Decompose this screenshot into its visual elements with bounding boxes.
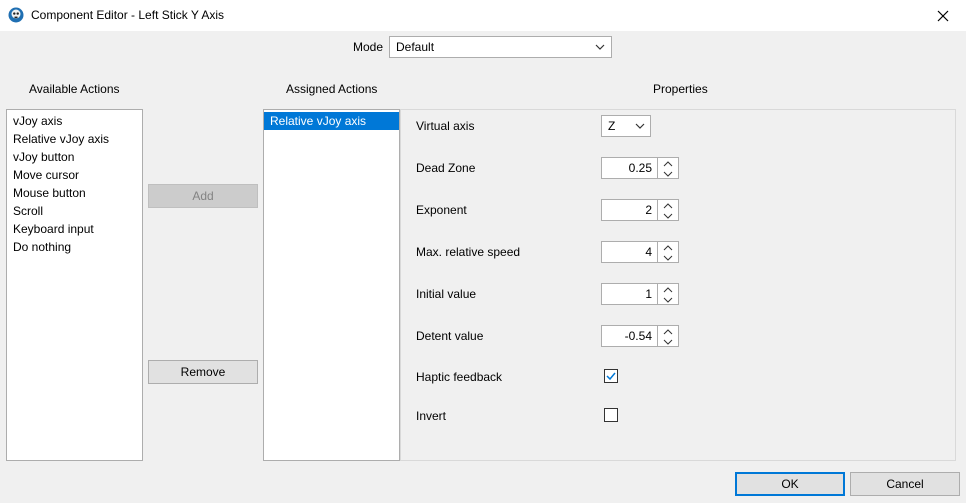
spin-arrows[interactable] xyxy=(658,241,679,263)
assigned-actions-title: Assigned Actions xyxy=(286,82,378,96)
gamepad-skull-icon xyxy=(8,7,24,23)
virtual-axis-label: Virtual axis xyxy=(416,119,475,133)
chevron-up-icon[interactable] xyxy=(663,161,673,167)
ok-button[interactable]: OK xyxy=(735,472,845,496)
window-title: Component Editor - Left Stick Y Axis xyxy=(31,8,224,22)
mode-label: Mode xyxy=(353,40,384,54)
list-item[interactable]: Mouse button xyxy=(7,184,142,202)
exponent-label: Exponent xyxy=(416,203,467,217)
list-item[interactable]: Do nothing xyxy=(7,238,142,256)
dead-zone-input[interactable]: 0.25 xyxy=(601,157,658,179)
initial-value-spinbox[interactable]: 1 xyxy=(601,283,679,305)
exponent-input[interactable]: 2 xyxy=(601,199,658,221)
chevron-up-icon[interactable] xyxy=(663,203,673,209)
chevron-up-icon[interactable] xyxy=(663,287,673,293)
properties-title: Properties xyxy=(653,82,708,96)
chevron-down-icon[interactable] xyxy=(663,255,673,261)
list-item-selected[interactable]: Relative vJoy axis xyxy=(264,112,399,130)
max-relative-speed-label: Max. relative speed xyxy=(416,245,521,259)
list-item[interactable]: Scroll xyxy=(7,202,142,220)
spin-arrows[interactable] xyxy=(658,325,679,347)
spin-arrows[interactable] xyxy=(658,199,679,221)
list-item[interactable]: Keyboard input xyxy=(7,220,142,238)
dead-zone-spinbox[interactable]: 0.25 xyxy=(601,157,679,179)
checkmark-icon xyxy=(606,372,616,381)
close-icon xyxy=(937,10,949,21)
list-item[interactable]: Move cursor xyxy=(7,166,142,184)
detent-value-label: Detent value xyxy=(416,329,484,343)
chevron-down-icon xyxy=(635,123,645,129)
remove-button[interactable]: Remove xyxy=(148,360,258,384)
title-bar: Component Editor - Left Stick Y Axis xyxy=(0,0,966,31)
add-button[interactable]: Add xyxy=(148,184,258,208)
close-button[interactable] xyxy=(920,0,966,31)
detent-value-spinbox[interactable]: -0.54 xyxy=(601,325,679,347)
virtual-axis-value: Z xyxy=(608,119,616,133)
chevron-up-icon[interactable] xyxy=(663,329,673,335)
list-item[interactable]: Relative vJoy axis xyxy=(7,130,142,148)
chevron-down-icon[interactable] xyxy=(663,213,673,219)
mode-dropdown[interactable]: Default xyxy=(389,36,612,58)
available-actions-title: Available Actions xyxy=(29,82,120,96)
max-relative-speed-input[interactable]: 4 xyxy=(601,241,658,263)
initial-value-input[interactable]: 1 xyxy=(601,283,658,305)
initial-value-label: Initial value xyxy=(416,287,477,301)
max-relative-speed-spinbox[interactable]: 4 xyxy=(601,241,679,263)
exponent-spinbox[interactable]: 2 xyxy=(601,199,679,221)
spin-arrows[interactable] xyxy=(658,283,679,305)
chevron-up-icon[interactable] xyxy=(663,245,673,251)
detent-value-input[interactable]: -0.54 xyxy=(601,325,658,347)
haptic-feedback-label: Haptic feedback xyxy=(416,370,503,384)
chevron-down-icon[interactable] xyxy=(663,171,673,177)
list-item[interactable]: vJoy axis xyxy=(7,112,142,130)
chevron-down-icon[interactable] xyxy=(663,339,673,345)
invert-label: Invert xyxy=(416,409,447,423)
invert-checkbox[interactable] xyxy=(604,408,618,422)
haptic-feedback-checkbox[interactable] xyxy=(604,369,618,383)
chevron-down-icon xyxy=(595,44,605,50)
cancel-button[interactable]: Cancel xyxy=(850,472,960,496)
virtual-axis-dropdown[interactable]: Z xyxy=(601,115,651,137)
list-item[interactable]: vJoy button xyxy=(7,148,142,166)
spin-arrows[interactable] xyxy=(658,157,679,179)
dead-zone-label: Dead Zone xyxy=(416,161,476,175)
mode-value: Default xyxy=(396,40,435,54)
chevron-down-icon[interactable] xyxy=(663,297,673,303)
available-actions-list[interactable]: vJoy axis Relative vJoy axis vJoy button… xyxy=(6,109,143,461)
assigned-actions-list[interactable]: Relative vJoy axis xyxy=(263,109,400,461)
